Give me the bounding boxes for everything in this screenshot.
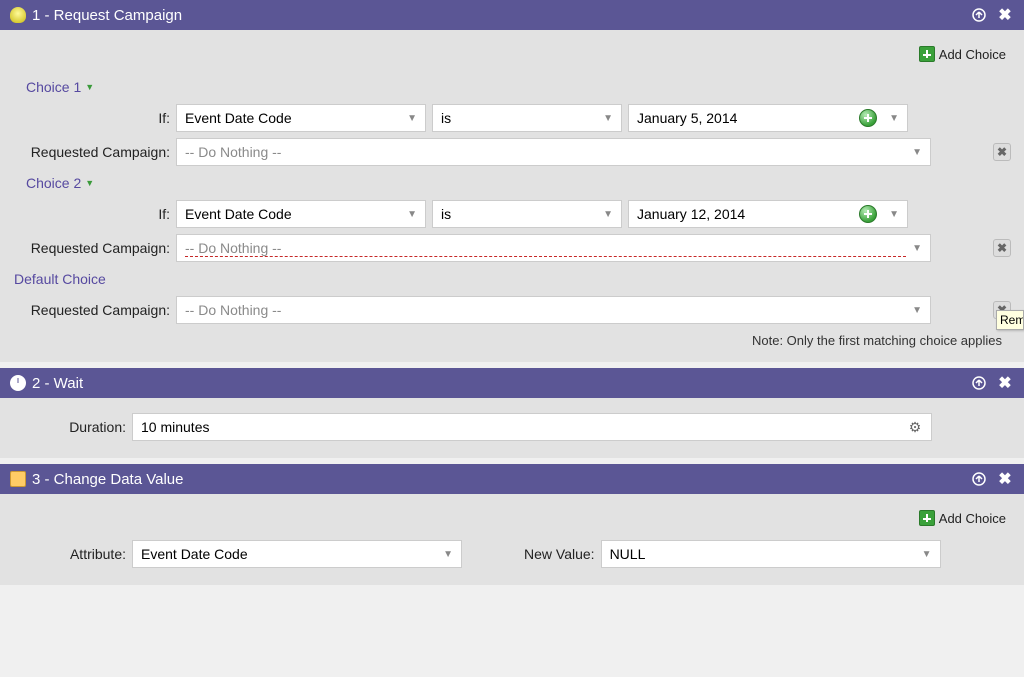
- close-icon[interactable]: ✖: [996, 374, 1014, 392]
- panel-header-3: 3 - Change Data Value ✖: [0, 464, 1024, 494]
- choice1-rc-select[interactable]: -- Do Nothing -- ▼: [176, 138, 931, 166]
- new-value-label: New Value:: [524, 546, 595, 562]
- plus-circle-icon[interactable]: [859, 205, 877, 223]
- chevron-down-icon: ▼: [889, 209, 899, 220]
- add-choice-bar-1: Add Choice: [10, 42, 1014, 73]
- chevron-down-icon: ▼: [407, 209, 417, 220]
- choice2-if-row: If: Event Date Code ▼ is ▼ January 12, 2…: [10, 197, 1014, 231]
- chevron-down-icon: ▼: [922, 549, 932, 560]
- choice2-op-text: is: [441, 206, 597, 222]
- choice2-field-select[interactable]: Event Date Code ▼: [176, 200, 426, 228]
- add-choice-button[interactable]: Add Choice: [919, 510, 1006, 526]
- choice2-value-text: January 12, 2014: [637, 206, 859, 222]
- chevron-down-icon: ▼: [912, 243, 922, 254]
- panel2-body: Duration: 10 minutes ⚙: [0, 398, 1024, 458]
- add-choice-button[interactable]: Add Choice: [919, 46, 1006, 62]
- move-up-icon[interactable]: [970, 470, 988, 488]
- panel3-title: 3 - Change Data Value: [32, 471, 970, 488]
- choice1-value-input[interactable]: January 5, 2014 ▼: [628, 104, 908, 132]
- if-label: If:: [20, 110, 170, 126]
- choice1-value-text: January 5, 2014: [637, 110, 859, 126]
- choice2-op-select[interactable]: is ▼: [432, 200, 622, 228]
- change-data-value-panel: 3 - Change Data Value ✖ Add Choice Attri…: [0, 464, 1024, 585]
- duration-input[interactable]: 10 minutes ⚙: [132, 413, 932, 441]
- chevron-down-icon: ▼: [407, 113, 417, 124]
- choice1-if-row: If: Event Date Code ▼ is ▼ January 5, 20…: [10, 101, 1014, 135]
- attribute-label: Attribute:: [20, 546, 126, 562]
- lightbulb-icon: [10, 7, 26, 23]
- chevron-down-icon: ▼: [889, 113, 899, 124]
- chevron-down-icon: ▼: [85, 82, 94, 92]
- choice-2-label[interactable]: Choice 2 ▼: [10, 169, 1014, 197]
- duration-text: 10 minutes: [141, 419, 907, 435]
- move-up-icon[interactable]: [970, 6, 988, 24]
- panel-header-1: 1 - Request Campaign ✖: [0, 0, 1024, 30]
- default-rc-text: -- Do Nothing --: [185, 302, 906, 318]
- rc-label: Requested Campaign:: [20, 240, 170, 256]
- panel3-controls: ✖: [970, 470, 1014, 488]
- choice1-rc-row: Requested Campaign: -- Do Nothing -- ▼ ✖: [10, 135, 1014, 169]
- panel1-controls: ✖: [970, 6, 1014, 24]
- if-label: If:: [20, 206, 170, 222]
- add-choice-label: Add Choice: [939, 511, 1006, 526]
- attribute-text: Event Date Code: [141, 546, 437, 562]
- choice-note: Note: Only the first matching choice app…: [10, 327, 1014, 348]
- attribute-row: Attribute: Event Date Code ▼ New Value: …: [10, 537, 1014, 571]
- choice-2-text: Choice 2: [26, 175, 81, 191]
- choice1-field-text: Event Date Code: [185, 110, 401, 126]
- plus-circle-icon[interactable]: [859, 109, 877, 127]
- panel-header-2: 2 - Wait ✖: [0, 368, 1024, 398]
- new-value-select[interactable]: NULL ▼: [601, 540, 941, 568]
- rc-label: Requested Campaign:: [20, 144, 170, 160]
- panel1-title: 1 - Request Campaign: [32, 7, 970, 24]
- default-rc-select[interactable]: -- Do Nothing -- ▼: [176, 296, 931, 324]
- attribute-select[interactable]: Event Date Code ▼: [132, 540, 462, 568]
- request-campaign-panel: 1 - Request Campaign ✖ Add Choice Choice…: [0, 0, 1024, 362]
- choice2-rc-select[interactable]: -- Do Nothing -- ▼: [176, 234, 931, 262]
- wait-panel: 2 - Wait ✖ Duration: 10 minutes ⚙: [0, 368, 1024, 458]
- panel2-title: 2 - Wait: [32, 375, 970, 392]
- gear-icon[interactable]: ⚙: [907, 419, 923, 435]
- choice1-op-text: is: [441, 110, 597, 126]
- chevron-down-icon: ▼: [912, 147, 922, 158]
- panel1-body: Add Choice Choice 1 ▼ If: Event Date Cod…: [0, 30, 1024, 362]
- choice-1-text: Choice 1: [26, 79, 81, 95]
- add-choice-plus-icon: [919, 510, 935, 526]
- chevron-down-icon: ▼: [603, 209, 613, 220]
- close-icon[interactable]: ✖: [996, 6, 1014, 24]
- choice1-field-select[interactable]: Event Date Code ▼: [176, 104, 426, 132]
- close-icon[interactable]: ✖: [996, 470, 1014, 488]
- add-choice-label: Add Choice: [939, 47, 1006, 62]
- choice2-rc-row: Requested Campaign: -- Do Nothing -- ▼ ✖: [10, 231, 1014, 265]
- remove-choice2-button[interactable]: ✖: [993, 239, 1011, 257]
- remove-choice1-button[interactable]: ✖: [993, 143, 1011, 161]
- panel2-controls: ✖: [970, 374, 1014, 392]
- panel3-body: Add Choice Attribute: Event Date Code ▼ …: [0, 494, 1024, 585]
- add-choice-bar-3: Add Choice: [10, 506, 1014, 537]
- choice2-field-text: Event Date Code: [185, 206, 401, 222]
- move-up-icon[interactable]: [970, 374, 988, 392]
- choice2-value-input[interactable]: January 12, 2014 ▼: [628, 200, 908, 228]
- new-value-text: NULL: [610, 546, 916, 562]
- choice1-op-select[interactable]: is ▼: [432, 104, 622, 132]
- duration-row: Duration: 10 minutes ⚙: [10, 410, 1014, 444]
- rc-label: Requested Campaign:: [20, 302, 170, 318]
- chevron-down-icon: ▼: [603, 113, 613, 124]
- clock-icon: [10, 375, 26, 391]
- document-icon: [10, 471, 26, 487]
- choice1-rc-text: -- Do Nothing --: [185, 144, 906, 160]
- remove-tooltip: Remo: [996, 310, 1024, 330]
- chevron-down-icon: ▼: [912, 305, 922, 316]
- default-choice-text: Default Choice: [14, 271, 106, 287]
- add-choice-plus-icon: [919, 46, 935, 62]
- choice-1-label[interactable]: Choice 1 ▼: [10, 73, 1014, 101]
- default-choice-label: Default Choice: [10, 265, 1014, 293]
- chevron-down-icon: ▼: [443, 549, 453, 560]
- choice2-rc-text: -- Do Nothing --: [185, 240, 906, 257]
- default-rc-row: Requested Campaign: -- Do Nothing -- ▼ ✖: [10, 293, 1014, 327]
- duration-label: Duration:: [20, 419, 126, 435]
- chevron-down-icon: ▼: [85, 178, 94, 188]
